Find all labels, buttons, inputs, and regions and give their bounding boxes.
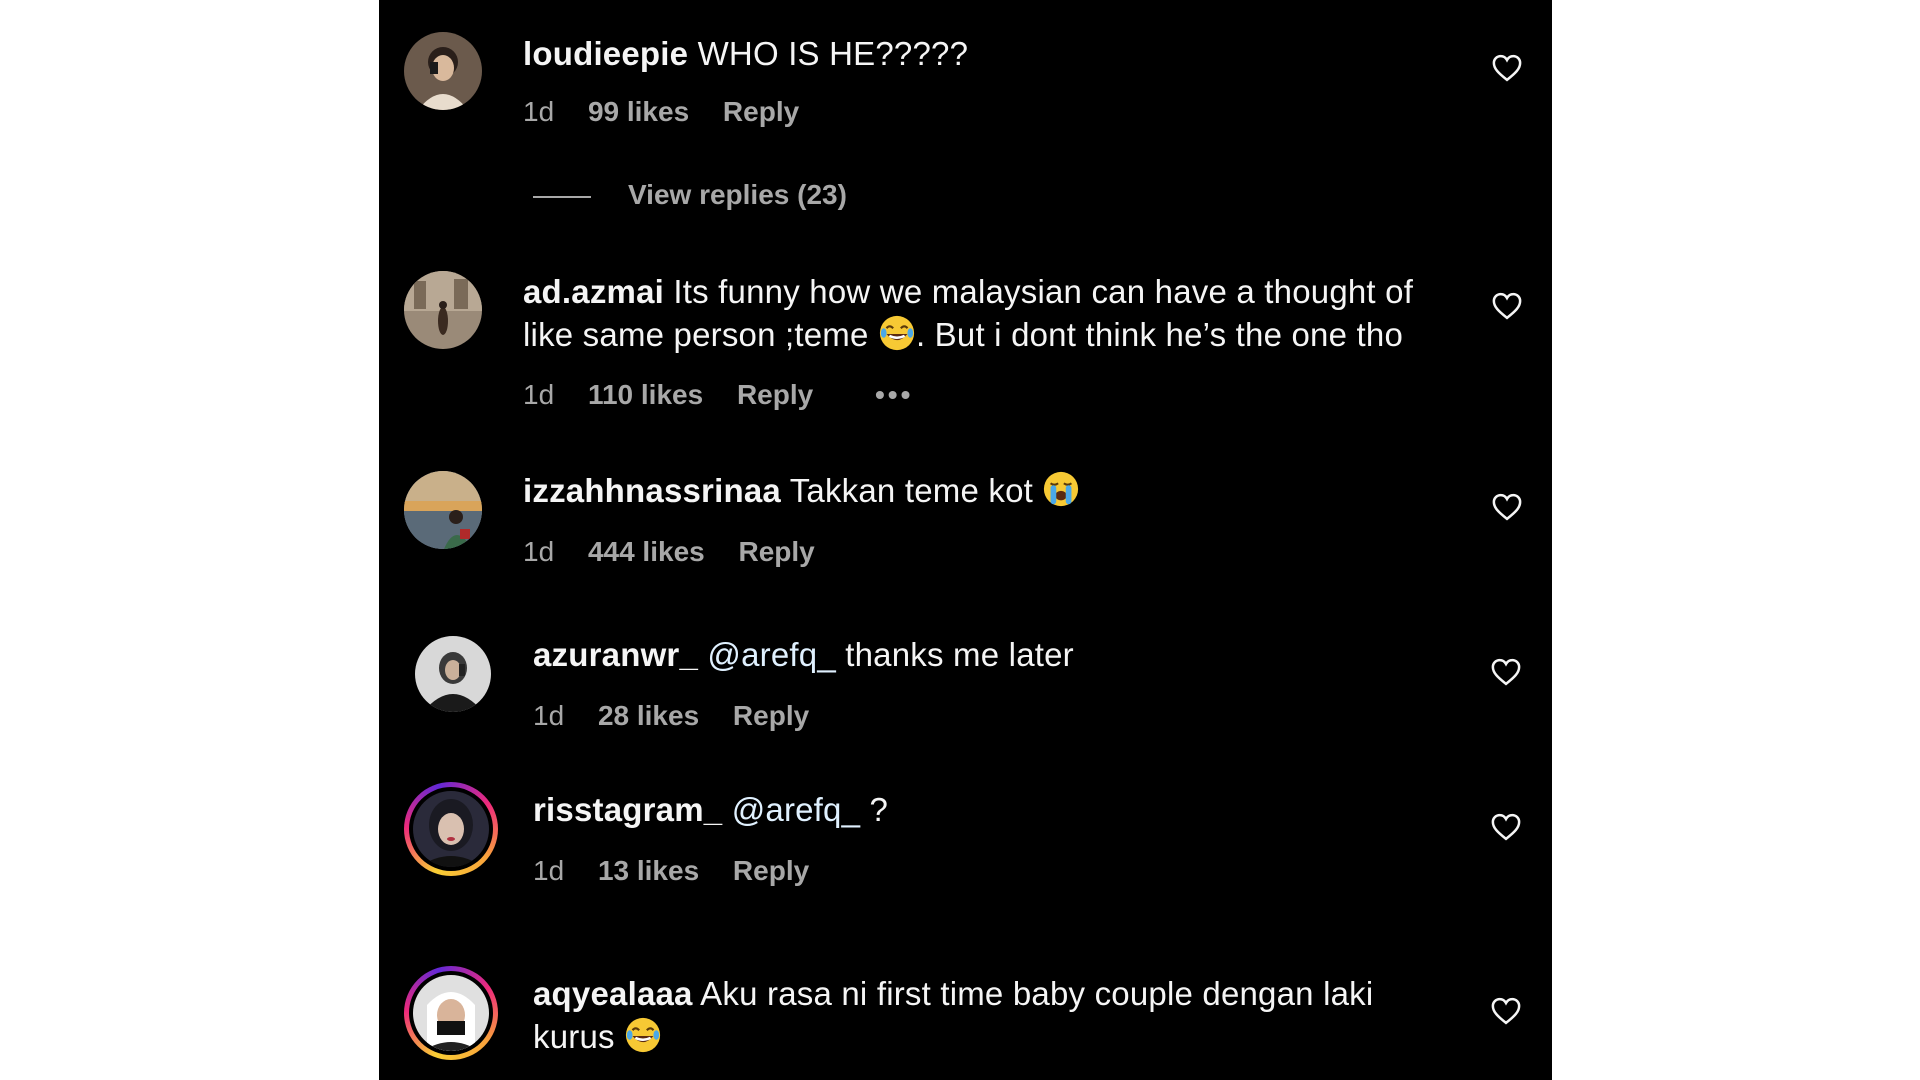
likes-count[interactable]: 110 likes [588, 379, 703, 410]
comment-text: ad.azmai Its funny how we malaysian can … [523, 270, 1453, 356]
likes-count[interactable]: 99 likes [588, 96, 689, 127]
username[interactable]: izzahhnassrinaa [523, 472, 781, 509]
comment-age: 1d [523, 96, 555, 127]
reply-button[interactable]: Reply [739, 536, 815, 567]
username[interactable]: ad.azmai [523, 273, 664, 310]
comment-meta: 1d 99 likes Reply [523, 96, 825, 128]
likes-count[interactable]: 28 likes [598, 700, 699, 731]
comment-text: azuranwr_ @arefq_ thanks me later [533, 633, 1463, 676]
username[interactable]: azuranwr_ [533, 636, 698, 673]
comment-text: izzahhnassrinaa Takkan teme kot [523, 469, 1453, 512]
comment-text: aqyealaaa Aku rasa ni first time baby co… [533, 972, 1433, 1058]
comment-body: ? [869, 791, 889, 828]
mention-link[interactable]: @arefq_ [732, 791, 860, 828]
comment-body-continued: . But i dont think he’s the one tho [915, 316, 1404, 353]
comments-panel: loudieepie WHO IS HE????? 1d 99 likes Re… [379, 0, 1552, 1080]
comment-age: 1d [523, 379, 555, 410]
laughing-emoji-icon [878, 314, 916, 352]
crying-emoji-icon [1042, 470, 1080, 508]
laughing-emoji-icon [624, 1016, 662, 1054]
heart-icon[interactable] [1492, 493, 1522, 521]
likes-count[interactable]: 13 likes [598, 855, 699, 886]
more-options-icon[interactable]: ••• [875, 379, 913, 410]
heart-icon[interactable] [1491, 997, 1521, 1025]
mention-link[interactable]: @arefq_ [707, 636, 835, 673]
comment-meta: 1d 13 likes Reply [533, 855, 835, 887]
comment-meta: 1d 110 likes Reply ••• [523, 379, 939, 411]
reply-button[interactable]: Reply [733, 700, 809, 731]
heart-icon[interactable] [1491, 658, 1521, 686]
reply-button[interactable]: Reply [733, 855, 809, 886]
avatar-with-story-ring[interactable] [404, 966, 498, 1060]
username[interactable]: loudieepie [523, 35, 688, 72]
comment-age: 1d [533, 700, 565, 731]
heart-icon[interactable] [1492, 54, 1522, 82]
reply-button[interactable]: Reply [737, 379, 813, 410]
avatar[interactable] [404, 471, 482, 549]
comment-body: WHO IS HE????? [697, 35, 969, 72]
heart-icon[interactable] [1491, 813, 1521, 841]
comment-age: 1d [523, 536, 555, 567]
view-replies-line [533, 196, 591, 198]
likes-count[interactable]: 444 likes [588, 536, 705, 567]
comment-body: thanks me later [845, 636, 1074, 673]
username[interactable]: aqyealaaa [533, 975, 693, 1012]
username[interactable]: risstagram_ [533, 791, 722, 828]
avatar[interactable] [404, 271, 482, 349]
reply-button[interactable]: Reply [723, 96, 799, 127]
comment-meta: 1d 444 likes Reply [523, 536, 841, 568]
view-replies-button[interactable]: View replies (23) [628, 179, 847, 211]
comment-age: 1d [533, 855, 565, 886]
avatar[interactable] [404, 32, 482, 110]
comment-meta: 1d 28 likes Reply [533, 700, 835, 732]
comment-body: Takkan teme kot [789, 472, 1033, 509]
avatar-with-story-ring[interactable] [404, 782, 498, 876]
comment-text: loudieepie WHO IS HE????? [523, 32, 1453, 75]
heart-icon[interactable] [1492, 292, 1522, 320]
avatar[interactable] [415, 636, 491, 712]
comment-text: risstagram_ @arefq_ ? [533, 788, 1463, 831]
